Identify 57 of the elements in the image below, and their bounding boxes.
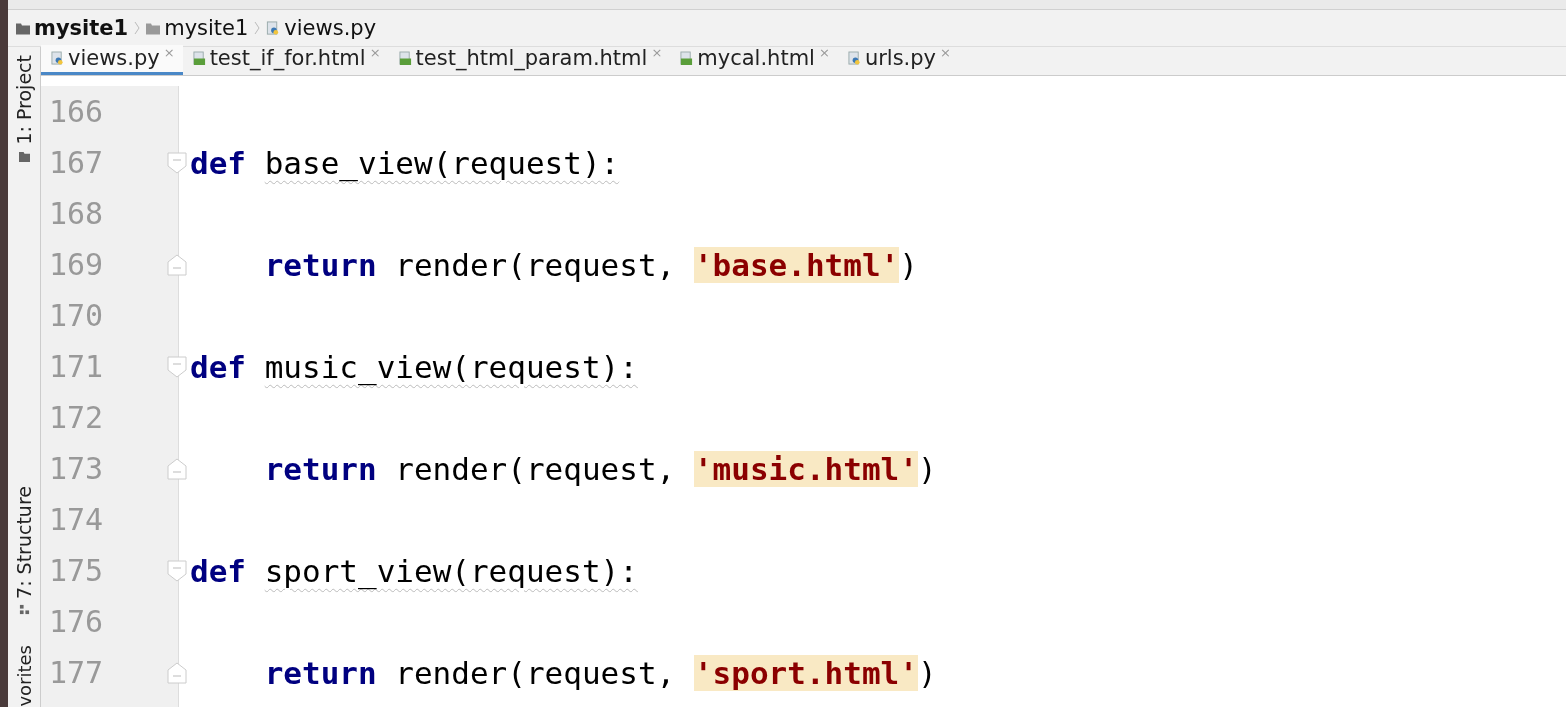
editor-tab[interactable]: test_html_param.html ×	[388, 45, 671, 75]
code-text: render(request,	[395, 246, 676, 283]
line-number: 170	[48, 298, 104, 333]
python-file-icon	[847, 50, 861, 66]
keyword-text: def	[190, 144, 246, 181]
string-literal: 'music.html'	[693, 450, 918, 487]
breadcrumb[interactable]: views.py	[284, 16, 377, 40]
breadcrumb[interactable]: mysite1	[164, 16, 249, 40]
line-number: 173	[48, 451, 104, 486]
editor-tab[interactable]: test_if_for.html ×	[182, 45, 389, 75]
code-text: render(request,	[395, 450, 676, 487]
line-number: 168	[48, 196, 104, 231]
code-text: )	[917, 450, 937, 487]
function-signature: sport_view(request):	[264, 552, 638, 589]
chevron-icon	[134, 21, 141, 35]
string-literal: 'base.html'	[693, 246, 900, 283]
line-number: 166	[48, 94, 104, 129]
editor-tab[interactable]: mycal.html ×	[670, 45, 838, 75]
code-text: render(request,	[395, 654, 676, 691]
fold-icon[interactable]	[167, 661, 187, 684]
keyword-text: return	[264, 246, 377, 283]
chevron-icon	[254, 21, 261, 35]
tool-window-tab[interactable]: vorites	[13, 645, 35, 707]
html-file-icon	[680, 50, 694, 66]
editor-tab[interactable]: urls.py ×	[837, 45, 959, 75]
function-signature: base_view(request):	[264, 144, 620, 181]
python-file-icon	[51, 50, 64, 66]
html-file-icon	[398, 50, 412, 66]
keyword-text: return	[264, 654, 377, 691]
line-number: 176	[48, 604, 104, 639]
tool-window-tab[interactable]: 1: Project	[13, 55, 35, 145]
line-number: 177	[48, 655, 104, 690]
fold-icon[interactable]	[167, 355, 187, 378]
editor-tab[interactable]: views.py ×	[41, 45, 183, 75]
function-signature: music_view(request):	[264, 348, 638, 385]
line-number: 174	[48, 502, 104, 537]
folder-icon	[18, 150, 30, 162]
structure-icon	[18, 604, 30, 616]
line-number: 171	[48, 349, 104, 384]
code-text: )	[899, 246, 918, 283]
line-number: 169	[48, 247, 104, 282]
code-text: )	[917, 654, 937, 691]
breadcrumb[interactable]: mysite1	[34, 16, 129, 40]
html-file-icon	[192, 50, 206, 66]
line-number: 172	[48, 400, 104, 435]
fold-icon[interactable]	[167, 253, 187, 276]
fold-icon[interactable]	[167, 559, 187, 582]
keyword-text: def	[190, 348, 246, 385]
line-number: 167	[48, 145, 104, 180]
line-number: 175	[48, 553, 104, 588]
string-literal: 'sport.html'	[693, 654, 918, 691]
fold-icon[interactable]	[167, 151, 187, 174]
python-file-icon	[266, 20, 281, 36]
fold-icon[interactable]	[167, 457, 187, 480]
keyword-text: def	[190, 552, 246, 589]
keyword-text: return	[264, 450, 377, 487]
tool-window-tab[interactable]: 7: Structure	[13, 485, 35, 599]
